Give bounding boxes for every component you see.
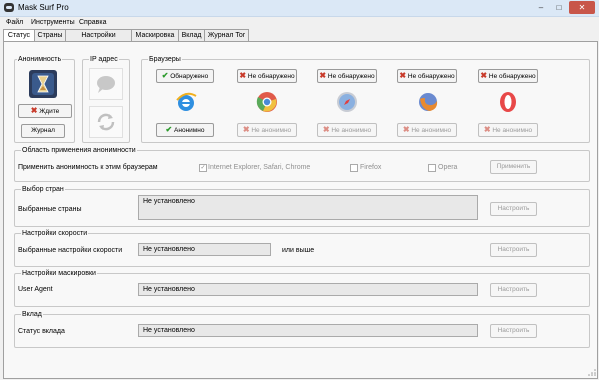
ie-safari-chrome-label: Internet Explorer, Safari, Chrome bbox=[208, 164, 311, 171]
tab-countries[interactable]: Страны bbox=[34, 29, 66, 41]
anonymity-scope-group: Область применения анонимности Применить… bbox=[14, 146, 590, 182]
countries-configure-button[interactable]: Настроить bbox=[490, 202, 537, 216]
mask-app-icon bbox=[4, 3, 14, 12]
speech-bubble-icon bbox=[89, 68, 123, 100]
masking-settings-group: Настройки маскировки User Agent Не устан… bbox=[14, 269, 590, 307]
speed-settings-group: Настройки скорости Выбранные настройки с… bbox=[14, 229, 590, 267]
user-agent-field: Не установлено bbox=[138, 283, 478, 296]
safari-status-button[interactable]: ✖ Не обнаружено bbox=[317, 69, 377, 83]
countries-field: Не установлено bbox=[138, 195, 478, 220]
anonymity-group: Анонимность ✖ Ждите Журнал bbox=[14, 55, 75, 143]
safari-icon bbox=[335, 90, 359, 114]
ie-anon-button[interactable]: ✔ Анонимно bbox=[156, 123, 214, 137]
opera-checkbox[interactable] bbox=[428, 164, 436, 172]
ip-group-title: IP адрес bbox=[89, 55, 119, 64]
firefox-status-label: Не обнаружено bbox=[407, 73, 455, 80]
contribution-field: Не установлено bbox=[138, 324, 478, 337]
opera-anon-button[interactable]: ✖ Не анонимно bbox=[478, 123, 538, 137]
chrome-status-button[interactable]: ✖ Не обнаружено bbox=[237, 69, 297, 83]
close-button[interactable]: ✕ bbox=[569, 1, 595, 14]
firefox-icon bbox=[416, 90, 440, 114]
cross-icon: ✖ bbox=[239, 71, 247, 80]
cross-icon: ✖ bbox=[402, 125, 410, 134]
user-agent-label: User Agent bbox=[18, 286, 53, 293]
status-panel: Анонимность ✖ Ждите Журнал IP адрес Брау… bbox=[3, 41, 598, 379]
window-title: Mask Surf Pro bbox=[18, 3, 69, 12]
opera-anon-label: Не анонимно bbox=[492, 127, 533, 134]
cross-icon: ✖ bbox=[399, 71, 407, 80]
speed-label: Выбранные настройки скорости bbox=[18, 247, 123, 254]
internet-explorer-icon bbox=[174, 90, 198, 114]
chrome-anon-label: Не анонимно bbox=[251, 127, 292, 134]
opera-status-button[interactable]: ✖ Не обнаружено bbox=[478, 69, 538, 83]
apply-button[interactable]: Применить bbox=[490, 160, 537, 174]
firefox-anon-label: Не анонимно bbox=[411, 127, 452, 134]
contribution-label: Статус вклада bbox=[18, 328, 65, 335]
firefox-anon-button[interactable]: ✖ Не анонимно bbox=[397, 123, 457, 137]
contribution-group: Вклад Статус вклада Не установлено Настр… bbox=[14, 310, 590, 348]
refresh-icon[interactable] bbox=[89, 106, 123, 138]
cross-icon: ✖ bbox=[483, 125, 491, 134]
chrome-anon-button[interactable]: ✖ Не анонимно bbox=[237, 123, 297, 137]
menu-file[interactable]: Файл bbox=[6, 17, 23, 28]
speed-field: Не установлено bbox=[138, 243, 271, 256]
tab-speed-settings[interactable]: Настройки скорости bbox=[65, 29, 132, 50]
minimize-button[interactable]: – bbox=[533, 1, 549, 14]
speed-group-title: Настройки скорости bbox=[21, 229, 89, 238]
chrome-icon bbox=[255, 90, 279, 114]
checkmark-icon: ✔ bbox=[165, 125, 173, 134]
ie-anon-label: Анонимно bbox=[174, 127, 205, 134]
firefox-checkbox[interactable] bbox=[350, 164, 358, 172]
title-bar: Mask Surf Pro – □ ✕ bbox=[0, 0, 599, 17]
cross-icon: ✖ bbox=[480, 71, 488, 80]
safari-anon-button[interactable]: ✖ Не анонимно bbox=[317, 123, 377, 137]
browsers-group-title: Браузеры bbox=[148, 55, 182, 64]
tab-masking[interactable]: Маскировка bbox=[131, 29, 179, 41]
ie-safari-chrome-checkbox[interactable]: ✓ bbox=[199, 164, 207, 172]
cross-icon: ✖ bbox=[30, 106, 38, 115]
mask-configure-button[interactable]: Настроить bbox=[490, 283, 537, 297]
scope-group-title: Область применения анонимности bbox=[21, 146, 137, 155]
safari-status-label: Не обнаружено bbox=[327, 73, 375, 80]
chrome-status-label: Не обнаружено bbox=[247, 73, 295, 80]
log-button[interactable]: Журнал bbox=[21, 124, 65, 138]
scope-label: Применить анонимность к этим браузерам bbox=[18, 164, 158, 171]
cross-icon: ✖ bbox=[242, 125, 250, 134]
menu-help[interactable]: Справка bbox=[79, 17, 106, 28]
resize-grip-icon[interactable] bbox=[588, 368, 596, 376]
cross-icon: ✖ bbox=[319, 71, 327, 80]
countries-group: Выбор стран Выбранные страны Не установл… bbox=[14, 185, 590, 227]
speed-configure-button[interactable]: Настроить bbox=[490, 243, 537, 257]
wait-button[interactable]: ✖ Ждите bbox=[18, 104, 72, 118]
ie-status-label: Обнаружено bbox=[170, 73, 209, 80]
tab-contribution[interactable]: Вклад bbox=[178, 29, 205, 41]
maximize-button[interactable]: □ bbox=[551, 1, 567, 14]
firefox-status-button[interactable]: ✖ Не обнаружено bbox=[397, 69, 457, 83]
opera-label: Opera bbox=[438, 164, 458, 171]
wait-button-label: Ждите bbox=[39, 108, 60, 115]
countries-label: Выбранные страны bbox=[18, 206, 82, 213]
opera-icon bbox=[496, 90, 520, 114]
browsers-group: Браузеры ✔ Обнаружено ✔ Анонимно ✖ Не об… bbox=[141, 55, 590, 143]
speed-suffix: или выше bbox=[282, 247, 315, 254]
menu-bar: Файл Инструменты Справка bbox=[0, 17, 599, 28]
firefox-label: Firefox bbox=[360, 164, 382, 171]
hourglass-icon bbox=[29, 70, 57, 98]
contribution-configure-button[interactable]: Настроить bbox=[490, 324, 537, 338]
safari-anon-label: Не анонимно bbox=[331, 127, 372, 134]
checkmark-icon: ✔ bbox=[161, 71, 169, 80]
contribution-group-title: Вклад bbox=[21, 310, 43, 319]
app-window: Mask Surf Pro – □ ✕ Файл Инструменты Спр… bbox=[0, 0, 599, 380]
mask-group-title: Настройки маскировки bbox=[21, 269, 97, 278]
menu-tools[interactable]: Инструменты bbox=[31, 17, 75, 28]
opera-status-label: Не обнаружено bbox=[488, 73, 536, 80]
ie-status-button[interactable]: ✔ Обнаружено bbox=[156, 69, 214, 83]
cross-icon: ✖ bbox=[322, 125, 330, 134]
anonymity-group-title: Анонимность bbox=[17, 55, 63, 64]
countries-group-title: Выбор стран bbox=[21, 185, 65, 194]
tab-tor-log[interactable]: Журнал Tor bbox=[204, 29, 249, 41]
ip-address-group: IP адрес bbox=[82, 55, 130, 143]
